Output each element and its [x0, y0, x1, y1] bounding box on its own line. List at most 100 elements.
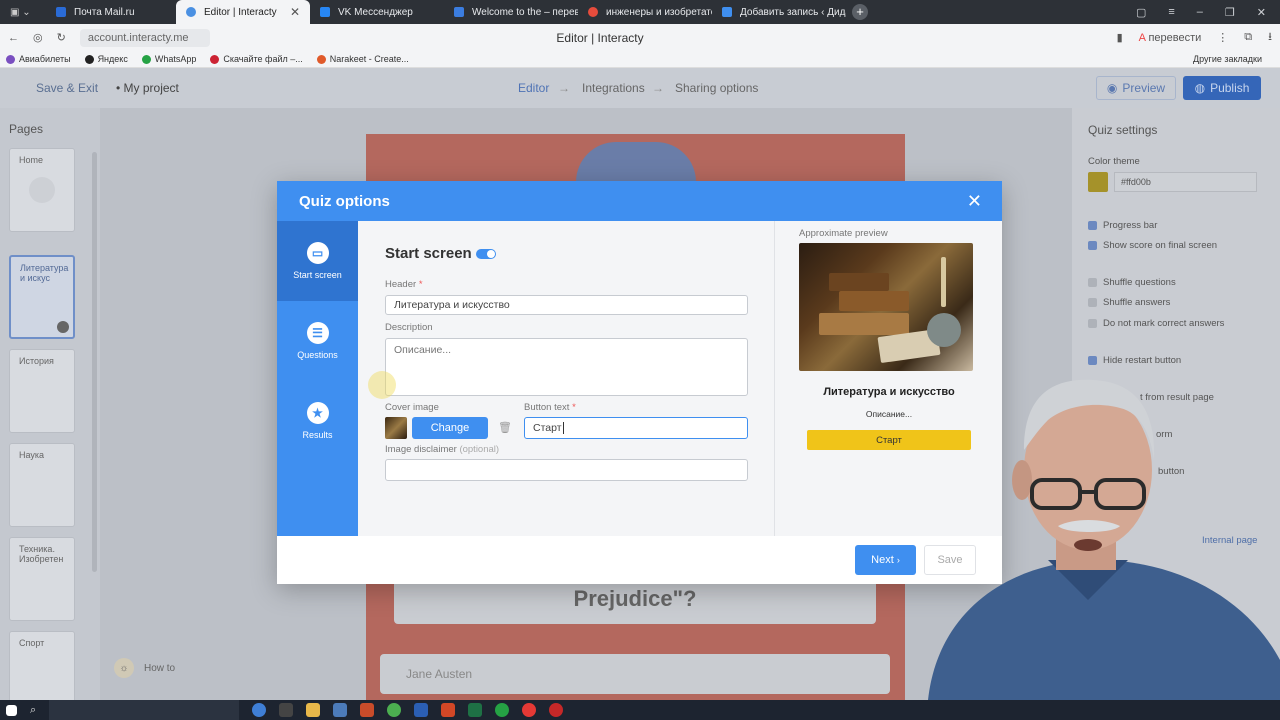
word-icon[interactable]: [414, 703, 429, 717]
download-icon[interactable]: ⭳: [1268, 28, 1272, 47]
required-mark: *: [572, 402, 576, 413]
tabs-icon[interactable]: ▢: [1136, 6, 1146, 19]
more-icon[interactable]: ⋮: [1217, 31, 1228, 44]
powerpoint-icon[interactable]: [441, 703, 456, 717]
pages-scrollbar[interactable]: [92, 152, 97, 572]
bookmark-item[interactable]: Авиабилеты: [6, 54, 71, 64]
color-swatch[interactable]: [1088, 172, 1108, 192]
browser-tab-bar: ▣ ⌄ Почта Mail.ru Editor | Interacty ✕ VK…: [0, 0, 1280, 24]
game-icon[interactable]: [360, 703, 375, 717]
cover-thumbnail: [385, 417, 407, 439]
bookmark-item[interactable]: Narakeet - Create...: [316, 54, 409, 64]
button-text-input[interactable]: Старт: [524, 417, 748, 439]
option-progress-bar[interactable]: Progress bar: [1088, 220, 1157, 231]
maximize-icon[interactable]: ❐: [1225, 6, 1235, 19]
step-sharing[interactable]: Sharing options: [675, 81, 758, 95]
option-label: Shuffle questions: [1103, 277, 1176, 288]
whatsapp-icon: [141, 54, 151, 64]
preview-button[interactable]: ◉ Preview: [1096, 76, 1176, 100]
step-integrations[interactable]: Integrations: [582, 81, 645, 95]
page-thumb-label: Литература и искус: [20, 263, 69, 283]
close-icon[interactable]: ✕: [967, 191, 982, 212]
browser-icon[interactable]: [252, 703, 267, 717]
publish-label: Publish: [1210, 81, 1250, 95]
media-icon[interactable]: [279, 703, 294, 717]
taskbar-search-box[interactable]: [49, 700, 240, 720]
close-window-icon[interactable]: ✕: [1257, 6, 1266, 19]
monitor-icon[interactable]: [333, 703, 348, 717]
new-tab-button[interactable]: +: [852, 4, 868, 20]
folder-icon[interactable]: [306, 703, 321, 717]
page-title: Editor | Interacty: [556, 30, 644, 45]
minimize-icon[interactable]: –: [1197, 6, 1203, 19]
tab-vk[interactable]: VK Мессенджер: [310, 0, 444, 24]
page-thumb-history[interactable]: История: [9, 349, 75, 433]
project-name[interactable]: • My project: [116, 81, 179, 95]
excel-icon[interactable]: [468, 703, 483, 717]
mouse-cursor-icon: [368, 371, 396, 399]
close-tab-icon[interactable]: ✕: [290, 5, 300, 19]
other-bookmarks[interactable]: Другие закладки: [1193, 54, 1280, 64]
preview-label: Preview: [1122, 81, 1166, 95]
bookmarks-bar: Авиабилеты Яндекс WhatsApp Скачайте файл…: [0, 51, 1280, 68]
option-show-score[interactable]: Show score on final screen: [1088, 240, 1217, 251]
option-label: Show score on final screen: [1103, 240, 1218, 251]
download-site-icon: [210, 54, 220, 64]
yandex-browser-icon[interactable]: [522, 703, 537, 717]
option-shuffle-questions[interactable]: Shuffle questions: [1088, 277, 1176, 288]
description-label: Description: [385, 322, 433, 333]
header-input[interactable]: Литература и искусство: [385, 295, 748, 315]
bookmark-icon[interactable]: ▮: [1117, 31, 1123, 44]
translate-button[interactable]: A перевести: [1139, 32, 1202, 44]
window-controls: ▢ ≡ – ❐ ✕: [1136, 6, 1280, 19]
browser-menu-button[interactable]: ▣ ⌄: [0, 0, 46, 24]
button-text-label: Button text *: [524, 402, 576, 413]
nav-start-screen[interactable]: ▭ Start screen: [277, 221, 358, 301]
record-icon[interactable]: [549, 703, 564, 717]
menu-icon[interactable]: ≡: [1168, 6, 1174, 19]
description-placeholder: Описание...: [394, 344, 452, 356]
save-exit-button[interactable]: Save & Exit: [36, 81, 98, 95]
windows-start-icon[interactable]: [6, 704, 17, 716]
tab-mail[interactable]: Почта Mail.ru: [46, 0, 176, 24]
page-thumb-science[interactable]: Наука: [9, 443, 75, 527]
page-thumb-home[interactable]: Home: [9, 148, 75, 232]
candle-shape: [941, 257, 946, 307]
bookmark-item[interactable]: Скачайте файл –...: [210, 54, 303, 64]
modal-header: Quiz options ✕: [277, 181, 1002, 221]
change-cover-button[interactable]: Change: [412, 417, 488, 439]
nav-questions[interactable]: ☰ Questions: [277, 301, 358, 381]
trash-icon[interactable]: 🗑: [498, 421, 512, 434]
color-value-input[interactable]: #ffd00b: [1114, 172, 1257, 192]
tab-engineers[interactable]: инженеры и изобретате...: [578, 0, 712, 24]
chrome-icon[interactable]: [387, 703, 402, 717]
page-thumb-circle-icon: [29, 177, 55, 203]
tab-translate[interactable]: Welcome to the – перевод: [444, 0, 578, 24]
publish-button[interactable]: ◍ Publish: [1183, 76, 1261, 100]
page-thumb-literature[interactable]: Литература и искус: [9, 255, 75, 339]
search-icon[interactable]: ⌕: [30, 704, 36, 717]
disclaimer-label: Image disclaimer (optional): [385, 444, 499, 455]
disclaimer-input[interactable]: [385, 459, 748, 481]
whatsapp-icon[interactable]: [495, 703, 510, 717]
page-thumb-technology[interactable]: Техника. Изобретен: [9, 537, 75, 621]
howto-button[interactable]: ☼ How to: [114, 658, 175, 678]
app-header: Save & Exit • My project Editor → Integr…: [0, 68, 1280, 108]
start-screen-toggle[interactable]: [475, 249, 496, 260]
option-do-not-mark[interactable]: Do not mark correct answers: [1088, 318, 1224, 329]
answer-option[interactable]: Jane Austen: [380, 654, 890, 694]
preview-label: Approximate preview: [799, 228, 888, 239]
optional-tag: (optional): [459, 444, 500, 455]
extensions-icon[interactable]: ⧉: [1244, 31, 1252, 44]
taskbar: ⌕: [0, 700, 1280, 720]
tab-editor[interactable]: Editor | Interacty ✕: [176, 0, 310, 24]
nav-results[interactable]: ★ Results: [277, 381, 358, 461]
bookmark-item[interactable]: WhatsApp: [141, 54, 196, 64]
option-shuffle-answers[interactable]: Shuffle answers: [1088, 297, 1170, 308]
bookmark-item[interactable]: Яндекс: [84, 54, 128, 64]
header-label-text: Header: [385, 279, 417, 290]
aviabilety-icon: [6, 54, 15, 64]
step-editor[interactable]: Editor: [518, 81, 549, 95]
tab-didact[interactable]: Добавить запись ‹ Дида...: [712, 0, 846, 24]
description-textarea[interactable]: Описание...: [385, 338, 748, 396]
